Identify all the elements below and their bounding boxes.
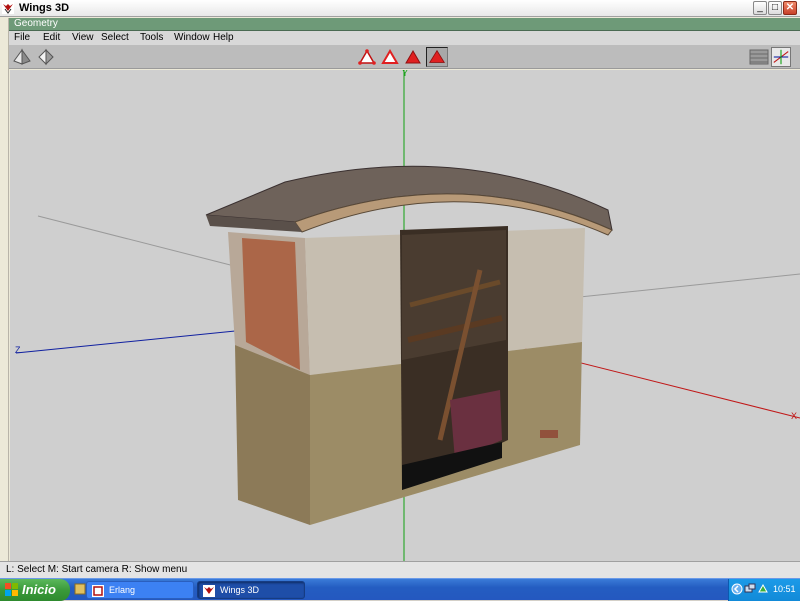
- y-axis-label: Y: [402, 70, 409, 78]
- orthographic-view-icon[interactable]: [36, 47, 56, 67]
- title-bar[interactable]: Wings 3D _ □ ✕: [0, 0, 800, 17]
- geometry-window-header[interactable]: Geometry: [9, 18, 800, 31]
- toolbar: [9, 45, 800, 69]
- perspective-view-icon[interactable]: [12, 47, 32, 67]
- menu-edit[interactable]: Edit: [43, 32, 60, 43]
- quick-launch-icon[interactable]: [74, 583, 86, 595]
- task-erlang[interactable]: Erlang: [86, 581, 194, 599]
- wings-app-icon: [203, 585, 215, 597]
- wireframe-toggle-icon[interactable]: [749, 47, 769, 67]
- menu-file[interactable]: File: [14, 32, 30, 43]
- scene-canvas[interactable]: [10, 70, 800, 561]
- menu-bar: File Edit View Select Tools Window Help: [9, 31, 800, 45]
- menu-window[interactable]: Window: [174, 32, 210, 43]
- 3d-viewport[interactable]: Y Z X: [10, 70, 800, 561]
- body-mode-icon[interactable]: [426, 47, 448, 67]
- menu-help[interactable]: Help: [213, 32, 234, 43]
- erlang-app-icon: [92, 585, 104, 597]
- window-title: Wings 3D: [19, 2, 70, 14]
- maximize-button[interactable]: □: [768, 1, 782, 15]
- minimize-button[interactable]: _: [753, 1, 767, 15]
- windows-flag-icon: [5, 583, 18, 596]
- task-wings3d-label: Wings 3D: [220, 585, 260, 595]
- task-wings3d[interactable]: Wings 3D: [197, 581, 305, 599]
- z-axis-label: Z: [15, 345, 21, 355]
- vertex-mode-icon[interactable]: [357, 47, 377, 67]
- system-clock: 10:51: [773, 584, 796, 594]
- start-button[interactable]: Inicio: [0, 579, 70, 601]
- smooth-shading-icon[interactable]: [771, 47, 791, 67]
- status-bar: L: Select M: Start camera R: Show menu: [0, 561, 800, 578]
- menu-view[interactable]: View: [72, 32, 94, 43]
- os-taskbar: Inicio Erlang Wings 3D 10:51: [0, 578, 800, 601]
- status-hint: L: Select M: Start camera R: Show menu: [6, 564, 188, 575]
- wings-app-icon: [2, 2, 14, 14]
- task-erlang-label: Erlang: [109, 585, 136, 595]
- z-axis-line: [15, 327, 266, 354]
- app-window: Wings 3D _ □ ✕ Geometry File Edit View S…: [0, 0, 800, 578]
- network-icon[interactable]: [744, 583, 756, 595]
- system-tray: 10:51: [728, 579, 800, 601]
- x-axis-label: X: [791, 411, 798, 421]
- sync-icon[interactable]: [757, 583, 769, 595]
- tray-expand-icon[interactable]: [731, 583, 743, 595]
- left-frame-strip: [0, 18, 9, 578]
- geometry-label: Geometry: [14, 18, 58, 29]
- menu-tools[interactable]: Tools: [140, 32, 163, 43]
- face-mode-icon[interactable]: [403, 47, 423, 67]
- close-button[interactable]: ✕: [783, 1, 797, 15]
- menu-select[interactable]: Select: [101, 32, 129, 43]
- grid-line-back-right: [569, 273, 800, 299]
- edge-mode-icon[interactable]: [380, 47, 400, 67]
- shed-model: [205, 165, 613, 525]
- start-label: Inicio: [22, 582, 56, 597]
